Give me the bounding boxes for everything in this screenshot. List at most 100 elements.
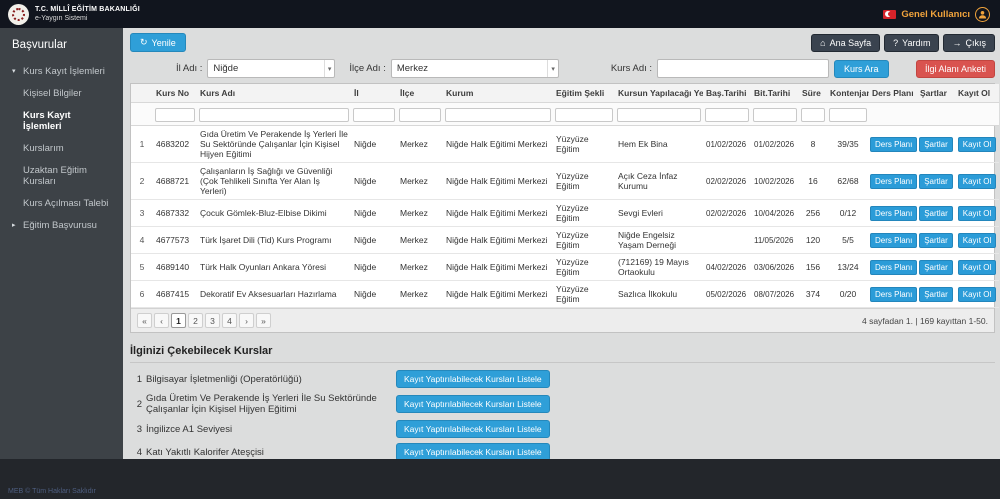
ders-plani-button[interactable]: Ders Planı xyxy=(870,174,917,189)
user-avatar-icon[interactable] xyxy=(975,7,990,22)
column-filter-input[interactable] xyxy=(555,108,613,122)
cell-bas-tarihi: 05/02/2026 xyxy=(703,281,751,308)
sartlar-button[interactable]: Şartlar xyxy=(919,174,953,189)
sartlar-button[interactable]: Şartlar xyxy=(919,287,953,302)
kayit-ol-button[interactable]: Kayıt Ol xyxy=(958,233,996,248)
cell-kurs-adi: Türk Halk Oyunları Ankara Yöresi xyxy=(197,254,351,281)
suggestion-number: 1 xyxy=(130,374,142,385)
cell-kurs-no: 4687332 xyxy=(153,200,197,227)
sidebar-item[interactable]: Kurs Kayıt İşlemleri xyxy=(0,104,123,137)
sartlar-button[interactable]: Şartlar xyxy=(919,206,953,221)
sidebar-title[interactable]: Başvurular xyxy=(0,28,123,60)
cell-sure: 374 xyxy=(799,281,827,308)
sidebar-item[interactable]: ▾Kurs Kayıt İşlemleri xyxy=(0,60,123,82)
page-button[interactable]: 2 xyxy=(188,313,203,328)
ilce-select[interactable]: Merkez ▾ xyxy=(391,59,559,78)
column-header[interactable]: İlçe xyxy=(397,84,443,103)
cell-kurs-adi: Türk İşaret Dili (Tid) Kurs Programı xyxy=(197,227,351,254)
sidebar-item[interactable]: Kişisel Bilgiler xyxy=(0,82,123,104)
cell-sure: 256 xyxy=(799,200,827,227)
next-page-button[interactable]: › xyxy=(239,313,254,328)
help-button[interactable]: ? Yardım xyxy=(884,34,939,52)
filter-cell xyxy=(153,103,197,126)
cell-bas-tarihi: 01/02/2026 xyxy=(703,126,751,163)
ilgi-alani-anketi-button[interactable]: İlgi Alanı Anketi xyxy=(916,60,995,78)
suggested-course-item: 4Katı Yakıtlı Kalorifer AteşçisiKayıt Ya… xyxy=(130,443,995,459)
ders-plani-button[interactable]: Ders Planı xyxy=(870,206,917,221)
column-filter-input[interactable] xyxy=(399,108,441,122)
prev-page-button[interactable]: ‹ xyxy=(154,313,169,328)
sartlar-button[interactable]: Şartlar xyxy=(919,260,953,275)
il-select[interactable]: Niğde ▾ xyxy=(207,59,335,78)
page-button[interactable]: 3 xyxy=(205,313,220,328)
column-header[interactable]: Kurs Adı xyxy=(197,84,351,103)
column-filter-input[interactable] xyxy=(829,108,867,122)
brand[interactable]: T.C. MİLLÎ EĞİTİM BAKANLIĞI e-Yaygın Sis… xyxy=(8,4,140,25)
cell-bas-tarihi: 02/02/2026 xyxy=(703,200,751,227)
sidebar-item-label: Kurs Kayıt İşlemleri xyxy=(23,110,111,132)
column-filter-input[interactable] xyxy=(445,108,551,122)
list-registrable-courses-button[interactable]: Kayıt Yaptırılabilecek Kursları Listele xyxy=(396,420,550,438)
kayit-ol-button[interactable]: Kayıt Ol xyxy=(958,137,996,152)
page-button[interactable]: 4 xyxy=(222,313,237,328)
column-filter-input[interactable] xyxy=(617,108,701,122)
list-registrable-courses-button[interactable]: Kayıt Yaptırılabilecek Kursları Listele xyxy=(396,370,550,388)
last-page-button[interactable]: » xyxy=(256,313,271,328)
sidebar-item[interactable]: Kurs Açılması Talebi xyxy=(0,192,123,214)
sidebar-item[interactable]: Uzaktan Eğitim Kursları xyxy=(0,159,123,192)
ders-plani-button[interactable]: Ders Planı xyxy=(870,260,917,275)
column-filter-input[interactable] xyxy=(801,108,825,122)
kayit-ol-button[interactable]: Kayıt Ol xyxy=(958,174,996,189)
suggestions-list: 1Bilgisayar İşletmenliği (Operatörlüğü)K… xyxy=(130,370,995,459)
column-filter-input[interactable] xyxy=(155,108,195,122)
column-filter-input[interactable] xyxy=(199,108,349,122)
page-button[interactable]: 1 xyxy=(171,313,186,328)
list-registrable-courses-button[interactable]: Kayıt Yaptırılabilecek Kursları Listele xyxy=(396,443,550,459)
sidebar-item[interactable]: ▸Eğitim Başvurusu xyxy=(0,214,123,236)
home-button[interactable]: ⌂ Ana Sayfa xyxy=(811,34,880,52)
sartlar-button[interactable]: Şartlar xyxy=(919,137,953,152)
top-header: T.C. MİLLÎ EĞİTİM BAKANLIĞI e-Yaygın Sis… xyxy=(0,0,1000,28)
cell-kontenjan: 39/35 xyxy=(827,126,869,163)
column-header[interactable]: Süre xyxy=(799,84,827,103)
column-filter-input[interactable] xyxy=(753,108,797,122)
column-header[interactable]: Bit.Tarihi xyxy=(751,84,799,103)
cell-bit-tarihi: 10/04/2026 xyxy=(751,200,799,227)
column-filter-input[interactable] xyxy=(705,108,749,122)
column-header[interactable]: İl xyxy=(351,84,397,103)
filter-cell xyxy=(827,103,869,126)
first-page-button[interactable]: « xyxy=(137,313,152,328)
column-header[interactable]: Kontenjan xyxy=(827,84,869,103)
column-header[interactable]: Ders Planı xyxy=(869,84,917,103)
ders-plani-button[interactable]: Ders Planı xyxy=(870,287,917,302)
courses-table: Kurs NoKurs AdıİlİlçeKurumEğitim ŞekliKu… xyxy=(131,84,999,308)
column-header[interactable]: Kurs No xyxy=(153,84,197,103)
column-header[interactable]: Kayıt Ol xyxy=(955,84,999,103)
column-header[interactable]: Kursun Yapılacağı Yer xyxy=(615,84,703,103)
column-header[interactable]: Eğitim Şekli xyxy=(553,84,615,103)
cell-kurs-adi: Gıda Üretim Ve Perakende İş Yerleri İle … xyxy=(197,126,351,163)
list-registrable-courses-button[interactable]: Kayıt Yaptırılabilecek Kursları Listele xyxy=(396,395,550,413)
kayit-ol-button[interactable]: Kayıt Ol xyxy=(958,260,996,275)
ders-plani-button[interactable]: Ders Planı xyxy=(870,137,917,152)
ders-plani-button[interactable]: Ders Planı xyxy=(870,233,917,248)
sidebar-item[interactable]: Kurslarım xyxy=(0,137,123,159)
kayit-ol-button[interactable]: Kayıt Ol xyxy=(958,287,996,302)
user-name[interactable]: Genel Kullanıcı xyxy=(901,9,970,20)
cell-yapilacagi-yer: Niğde Engelsiz Yaşam Derneği xyxy=(615,227,703,254)
refresh-button[interactable]: ↻ Yenile xyxy=(130,33,186,52)
column-filter-input[interactable] xyxy=(353,108,395,122)
kayit-ol-button[interactable]: Kayıt Ol xyxy=(958,206,996,221)
column-header[interactable]: Baş.Tarihi xyxy=(703,84,751,103)
column-header[interactable]: Kurum xyxy=(443,84,553,103)
kurs-adi-input[interactable] xyxy=(657,59,829,78)
sartlar-button[interactable]: Şartlar xyxy=(919,233,953,248)
column-header[interactable]: Şartlar xyxy=(917,84,955,103)
kurs-ara-button[interactable]: Kurs Ara xyxy=(834,60,889,78)
cell-kurum: Niğde Halk Eğitimi Merkezi xyxy=(443,254,553,281)
cell-ders-plani-button: Ders Planı xyxy=(869,163,917,200)
cell-il: Niğde xyxy=(351,254,397,281)
exit-button[interactable]: → Çıkış xyxy=(943,34,995,52)
app-title: T.C. MİLLÎ EĞİTİM BAKANLIĞI xyxy=(35,5,140,14)
cell-kayit-ol-button: Kayıt Ol xyxy=(955,227,999,254)
